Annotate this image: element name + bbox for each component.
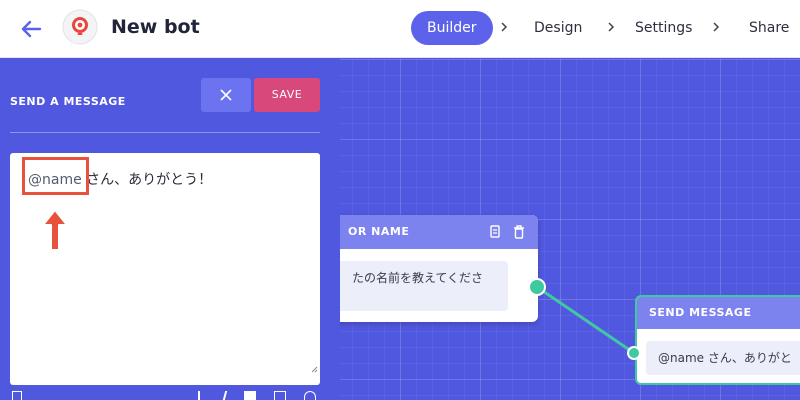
step-builder[interactable]: Builder [411,11,493,45]
chevron-right-icon [608,22,615,32]
node-input-port[interactable] [626,345,642,361]
panel-title: SEND A MESSAGE [10,95,126,108]
node-message: たの名前を教えてくださ [312,261,508,311]
format-toolbar [10,389,320,400]
step-design[interactable]: Design [534,11,582,45]
image-icon[interactable] [12,391,22,400]
chevron-right-icon [501,22,508,32]
up-arrow-icon [42,209,68,251]
node-header: SEND MESSAGE [637,297,800,329]
message-body: さん、ありがとう！ [81,172,213,188]
bot-title: New bot [111,16,200,38]
media-icon[interactable] [244,391,256,400]
bold-icon[interactable] [198,391,204,400]
divider [10,132,320,133]
emoji-icon[interactable] [304,391,316,400]
flow-node-send-message[interactable]: SEND MESSAGE @name さん、ありがと [635,295,800,385]
save-button[interactable]: SAVE [254,78,320,112]
chevron-right-icon [713,22,720,32]
close-icon [220,89,232,101]
variable-highlight-box [22,157,89,195]
cancel-button[interactable] [201,78,251,112]
node-message: @name さん、ありがと [646,341,800,375]
italic-icon[interactable] [222,391,228,400]
resize-handle-icon[interactable] [310,365,318,373]
node-output-port[interactable] [527,277,547,297]
step-share[interactable]: Share [749,11,789,45]
step-settings[interactable]: Settings [635,11,692,45]
trash-icon[interactable] [512,224,526,240]
top-bar: New bot Builder Design Settings Share [0,0,800,58]
bot-logo-icon [62,9,98,46]
copy-icon[interactable] [488,224,502,240]
back-arrow-icon[interactable] [16,14,46,44]
link-icon[interactable] [274,391,286,400]
